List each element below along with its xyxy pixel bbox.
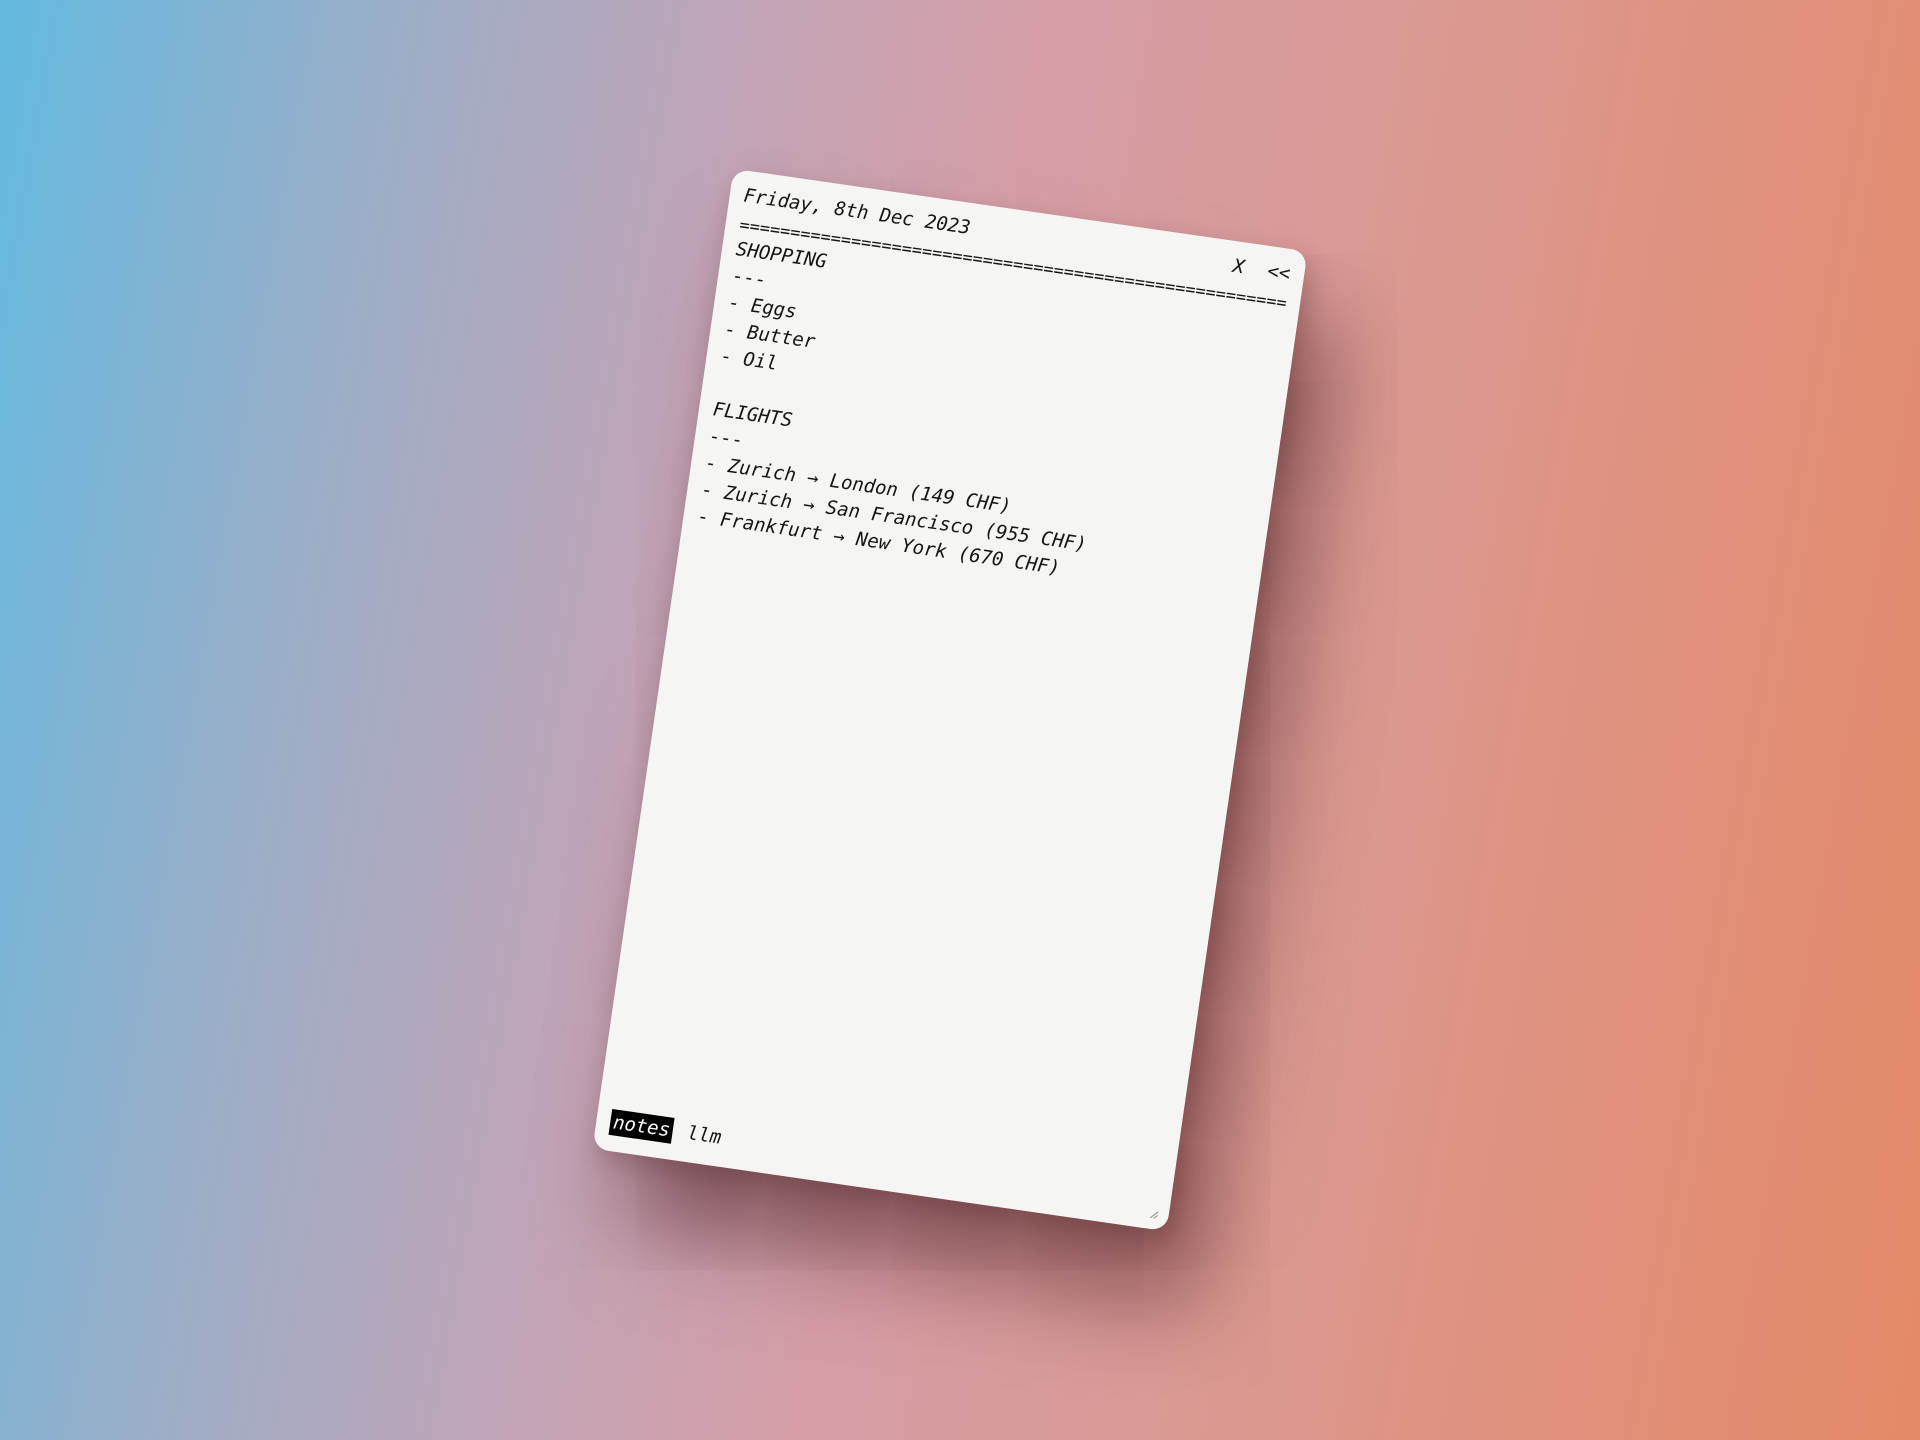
note-editor[interactable]: SHOPPING --- - Eggs - Butter - Oil FLIGH… [615,236,1285,1170]
close-button[interactable]: X [1231,255,1245,278]
collapse-button[interactable]: << [1266,260,1292,285]
tab-llm[interactable]: llm [682,1120,726,1151]
notes-window: Friday, 8th Dec 2023 X << ==============… [592,168,1308,1232]
tab-bar: notes llm [608,1109,727,1151]
resize-grip-icon[interactable] [1149,1210,1159,1220]
window-controls: X << [1219,249,1292,289]
tab-notes[interactable]: notes [608,1109,675,1144]
